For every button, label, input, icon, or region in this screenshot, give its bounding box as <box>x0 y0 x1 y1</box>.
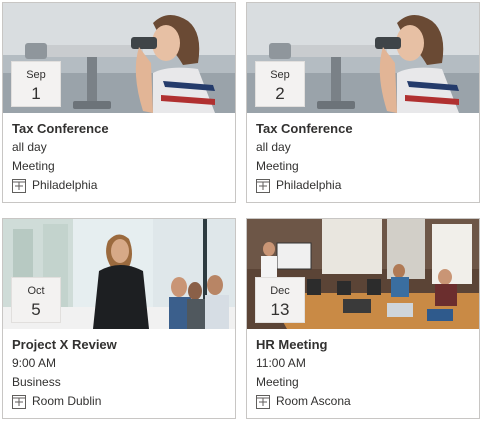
event-date-badge: Sep 1 <box>11 61 61 107</box>
event-month: Sep <box>26 69 46 81</box>
event-time: all day <box>256 140 291 154</box>
event-day: 5 <box>31 300 41 319</box>
event-month: Sep <box>270 69 290 81</box>
event-location: Philadelphia <box>12 176 229 195</box>
event-date-badge: Sep 2 <box>255 61 305 107</box>
event-time: 9:00 AM <box>12 356 57 370</box>
event-category: Meeting <box>256 159 299 173</box>
event-month: Dec <box>270 285 290 297</box>
event-card[interactable]: Dec 13 HR Meeting 11:00 AM Meeting Room … <box>246 218 480 419</box>
event-card[interactable]: Sep 2 Tax Conference all day Meeting Phi… <box>246 2 480 203</box>
event-time: 11:00 AM <box>256 356 306 370</box>
event-title[interactable]: Project X Review <box>12 336 229 354</box>
event-title[interactable]: Tax Conference <box>12 120 229 138</box>
event-category: Business <box>12 375 61 389</box>
event-day: 1 <box>31 84 41 103</box>
event-location-label: Room Dublin <box>32 394 102 408</box>
event-location: Room Ascona <box>256 392 473 411</box>
event-card[interactable]: Sep 1 Tax Conference all day Meeting Phi… <box>2 2 236 203</box>
event-title[interactable]: HR Meeting <box>256 336 473 354</box>
event-category: Meeting <box>256 375 299 389</box>
event-date-badge: Dec 13 <box>255 277 305 323</box>
event-date-badge: Oct 5 <box>11 277 61 323</box>
event-location-label: Philadelphia <box>32 178 98 192</box>
event-location: Philadelphia <box>256 176 473 195</box>
event-category: Meeting <box>12 159 55 173</box>
location-building-icon <box>12 178 26 193</box>
event-location: Room Dublin <box>12 392 229 411</box>
event-day: 2 <box>275 84 285 103</box>
event-time: all day <box>12 140 47 154</box>
event-location-label: Room Ascona <box>276 394 351 408</box>
event-card[interactable]: Oct 5 Project X Review 9:00 AM Business … <box>2 218 236 419</box>
event-month: Oct <box>27 285 45 297</box>
event-location-label: Philadelphia <box>276 178 342 192</box>
location-building-icon <box>12 394 26 409</box>
event-day: 13 <box>270 300 290 319</box>
event-title[interactable]: Tax Conference <box>256 120 473 138</box>
location-building-icon <box>256 394 270 409</box>
location-building-icon <box>256 178 270 193</box>
